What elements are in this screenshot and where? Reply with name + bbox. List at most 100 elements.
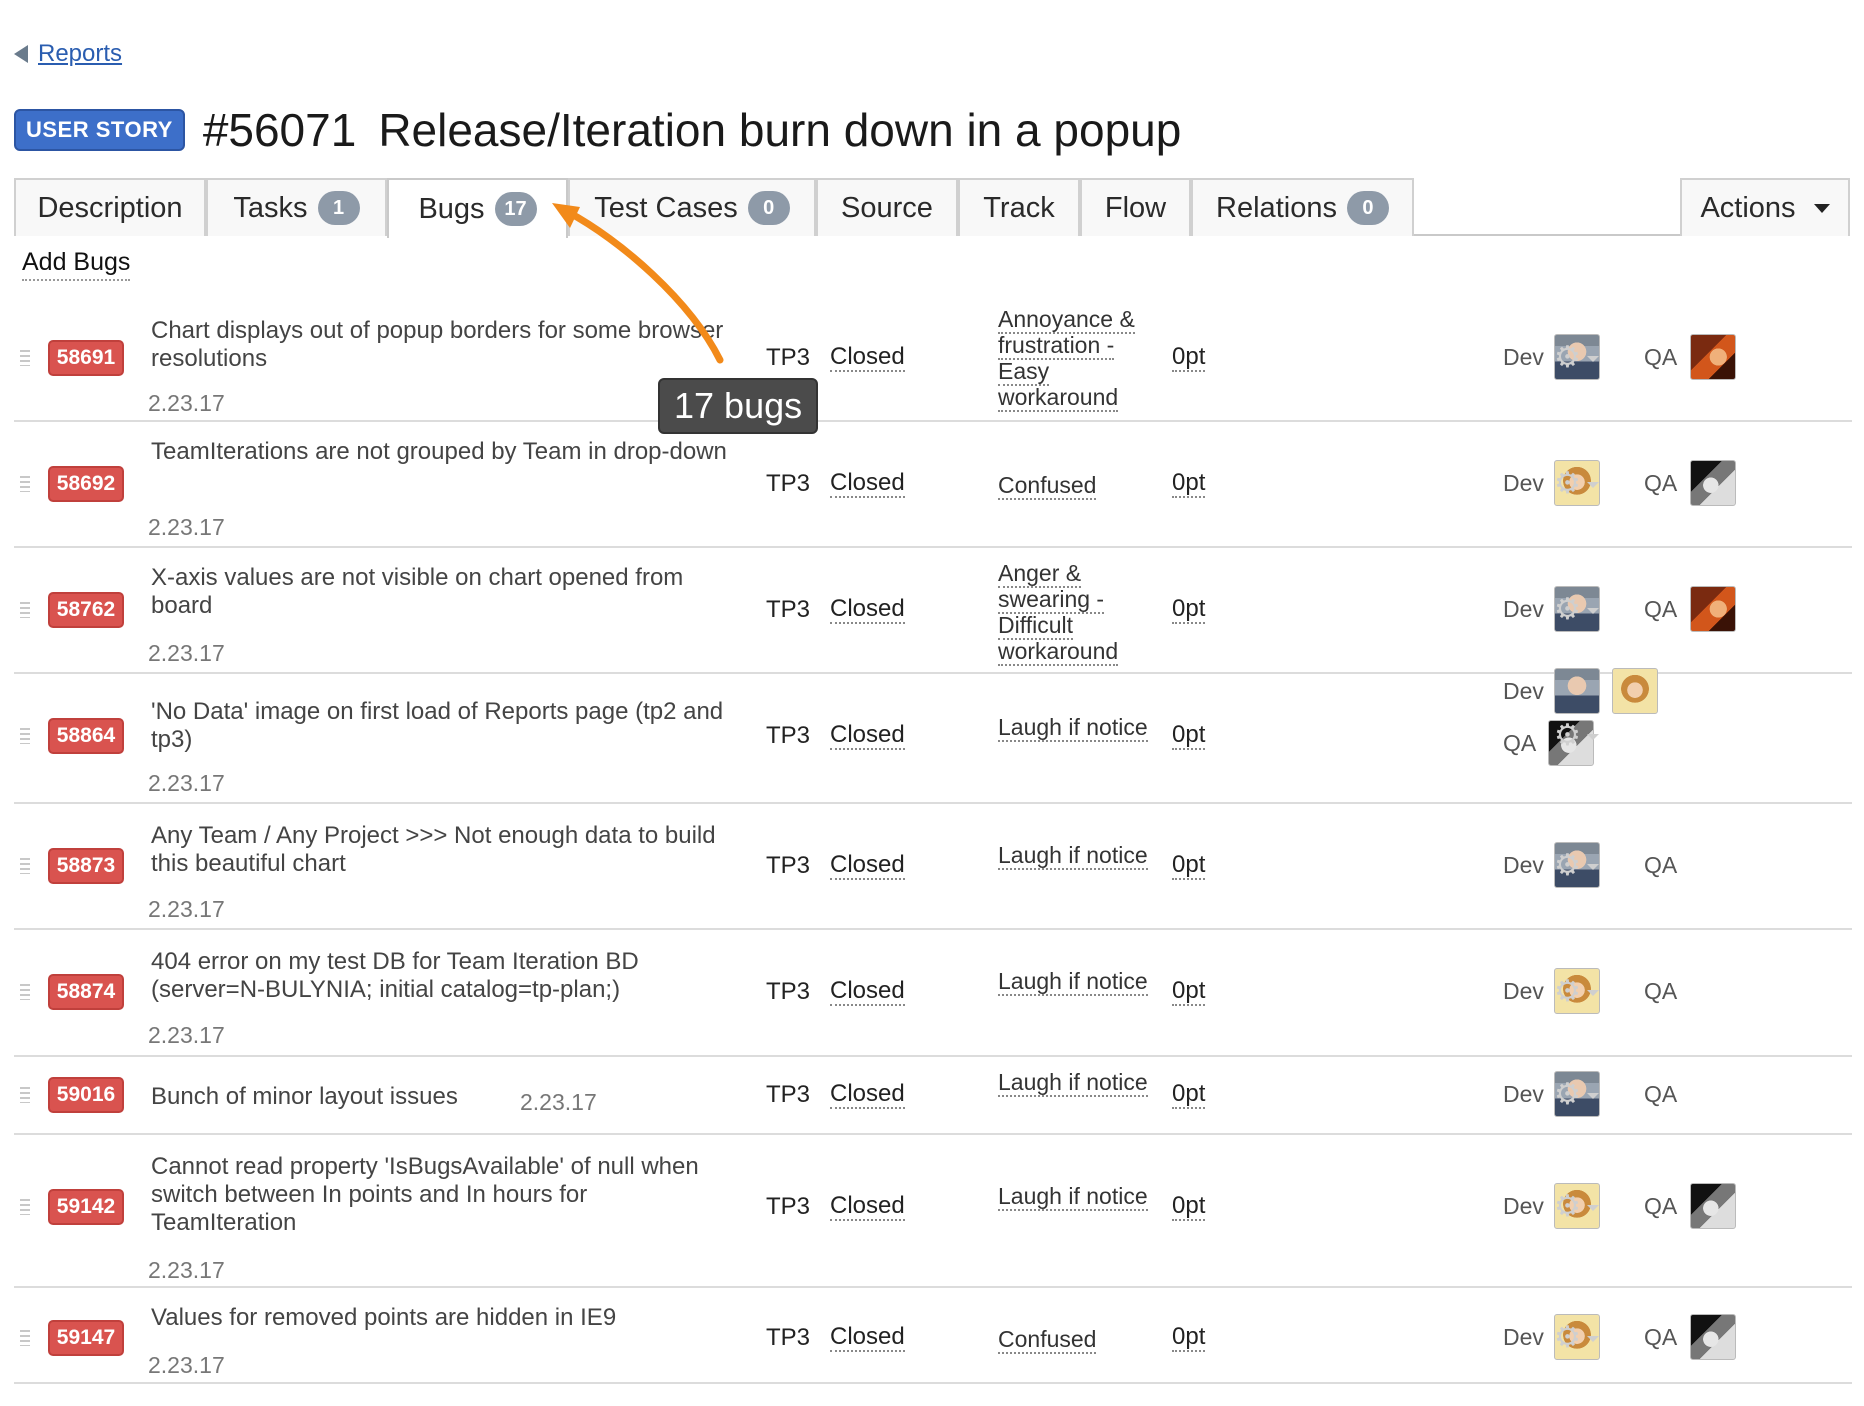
reports-link[interactable]: Reports: [38, 40, 122, 68]
chevron-down-icon[interactable]: [1587, 1205, 1599, 1211]
bug-state[interactable]: Closed: [830, 722, 905, 750]
drag-handle-icon[interactable]: [20, 602, 30, 618]
bug-severity[interactable]: Annoyance & frustration - Easy workaroun…: [998, 306, 1148, 412]
drag-handle-icon[interactable]: [20, 858, 30, 874]
bug-severity[interactable]: Laugh if notice: [998, 1069, 1148, 1097]
story-title[interactable]: Release/Iteration burn down in a popup: [378, 103, 1181, 157]
bug-id-badge[interactable]: 58864: [48, 718, 124, 754]
chevron-down-icon[interactable]: [1587, 482, 1599, 488]
tab-test-cases[interactable]: Test Cases 0: [568, 178, 816, 236]
chevron-down-icon[interactable]: [1587, 608, 1599, 614]
drag-handle-icon[interactable]: [20, 728, 30, 744]
drag-handle-icon[interactable]: [20, 350, 30, 366]
bug-effort[interactable]: 0pt: [1172, 1081, 1206, 1109]
chevron-down-icon[interactable]: [1587, 1336, 1599, 1342]
drag-handle-icon[interactable]: [20, 1087, 30, 1103]
bug-name-link[interactable]: 'No Data' image on first load of Reports…: [151, 698, 731, 754]
dev-role-label: Dev: [1503, 1081, 1544, 1107]
tab-relations[interactable]: Relations 0: [1191, 178, 1414, 236]
bug-name-link[interactable]: TeamIterations are not grouped by Team i…: [151, 438, 731, 466]
bug-effort[interactable]: 0pt: [1172, 1193, 1206, 1221]
bug-id-badge[interactable]: 58691: [48, 340, 124, 376]
bug-severity[interactable]: Laugh if notice: [998, 1183, 1148, 1211]
bug-severity-label: Confused: [998, 472, 1097, 500]
qa-avatar[interactable]: [1690, 1183, 1736, 1229]
tab-track[interactable]: Track: [958, 178, 1080, 236]
bug-effort[interactable]: 0pt: [1172, 596, 1206, 624]
bug-name-link[interactable]: X-axis values are not visible on chart o…: [151, 564, 731, 620]
bug-effort[interactable]: 0pt: [1172, 344, 1206, 372]
bug-name-link[interactable]: Cannot read property 'IsBugsAvailable' o…: [151, 1153, 731, 1237]
tab-source[interactable]: Source: [816, 178, 958, 236]
bug-state[interactable]: Closed: [830, 470, 905, 498]
bug-state[interactable]: Closed: [830, 596, 905, 624]
qa-avatar[interactable]: [1690, 1314, 1736, 1360]
drag-handle-icon[interactable]: [20, 476, 30, 492]
bug-id-badge[interactable]: 59147: [48, 1320, 124, 1356]
qa-avatar[interactable]: [1690, 586, 1736, 632]
chevron-down-icon[interactable]: [1587, 1093, 1599, 1099]
bug-severity[interactable]: Confused: [998, 472, 1148, 500]
qa-avatar[interactable]: [1690, 460, 1736, 506]
bug-id-badge[interactable]: 59142: [48, 1189, 124, 1225]
bug-team: TP3: [766, 344, 811, 371]
gear-icon[interactable]: ⚙: [1554, 343, 1581, 373]
gear-icon[interactable]: ⚙: [1554, 721, 1581, 751]
drag-handle-icon[interactable]: [20, 1199, 30, 1215]
bug-severity[interactable]: Laugh if notice: [998, 842, 1148, 870]
tab-bugs[interactable]: Bugs 17: [387, 178, 568, 238]
bug-id-badge[interactable]: 59016: [48, 1077, 124, 1113]
actions-label: Actions: [1700, 191, 1796, 224]
bugs-count-callout: 17 bugs: [658, 378, 819, 434]
dev-avatar[interactable]: [1612, 668, 1658, 714]
bug-id-badge[interactable]: 58762: [48, 592, 124, 628]
drag-handle-icon[interactable]: [20, 1330, 30, 1346]
gear-icon[interactable]: ⚙: [1554, 469, 1581, 499]
bug-name-link[interactable]: Bunch of minor layout issues: [151, 1083, 511, 1111]
gear-icon[interactable]: ⚙: [1554, 1323, 1581, 1353]
chevron-down-icon[interactable]: [1587, 734, 1599, 740]
gear-icon[interactable]: ⚙: [1554, 1192, 1581, 1222]
tab-tasks[interactable]: Tasks 1: [206, 178, 387, 236]
bug-state[interactable]: Closed: [830, 1324, 905, 1352]
bug-effort[interactable]: 0pt: [1172, 978, 1206, 1006]
bug-state[interactable]: Closed: [830, 1081, 905, 1109]
bug-id-badge[interactable]: 58874: [48, 974, 124, 1010]
bug-effort[interactable]: 0pt: [1172, 852, 1206, 880]
tab-flow[interactable]: Flow: [1080, 178, 1191, 236]
qa-avatar[interactable]: [1690, 334, 1736, 380]
bug-name-link[interactable]: Any Team / Any Project >>> Not enough da…: [151, 822, 731, 878]
bug-state[interactable]: Closed: [830, 978, 905, 1006]
gear-icon[interactable]: ⚙: [1554, 851, 1581, 881]
add-bugs-link[interactable]: Add Bugs: [22, 248, 131, 281]
bug-name-link[interactable]: Values for removed points are hidden in …: [151, 1304, 731, 1332]
actions-button[interactable]: Actions: [1680, 178, 1850, 236]
chevron-down-icon[interactable]: [1587, 356, 1599, 362]
bug-severity[interactable]: Confused: [998, 1326, 1148, 1354]
bug-effort[interactable]: 0pt: [1172, 1324, 1206, 1352]
bug-state[interactable]: Closed: [830, 1193, 905, 1221]
chevron-down-icon[interactable]: [1587, 990, 1599, 996]
bug-state[interactable]: Closed: [830, 344, 905, 372]
bug-severity[interactable]: Laugh if notice: [998, 968, 1148, 996]
bug-effort[interactable]: 0pt: [1172, 722, 1206, 750]
gear-icon[interactable]: ⚙: [1554, 977, 1581, 1007]
bug-release: 2.23.17: [148, 514, 225, 540]
drag-handle-icon[interactable]: [20, 984, 30, 1000]
bug-row: 58692 TeamIterations are not grouped by T…: [14, 422, 1852, 548]
bug-name-link[interactable]: Chart displays out of popup borders for …: [151, 317, 731, 373]
back-arrow-icon[interactable]: [14, 45, 28, 63]
gear-icon[interactable]: ⚙: [1554, 1080, 1581, 1110]
bug-severity[interactable]: Laugh if notice: [998, 714, 1148, 742]
bug-name-link[interactable]: 404 error on my test DB for Team Iterati…: [151, 948, 731, 1004]
bug-id-badge[interactable]: 58692: [48, 466, 124, 502]
tab-label: Bugs: [418, 192, 485, 225]
gear-icon[interactable]: ⚙: [1554, 595, 1581, 625]
tab-description[interactable]: Description: [14, 178, 206, 236]
bug-id-badge[interactable]: 58873: [48, 848, 124, 884]
bug-severity[interactable]: Anger & swearing - Difficult workaround: [998, 560, 1148, 666]
bug-effort[interactable]: 0pt: [1172, 470, 1206, 498]
chevron-down-icon[interactable]: [1587, 864, 1599, 870]
dev-avatar[interactable]: [1554, 668, 1600, 714]
bug-state[interactable]: Closed: [830, 852, 905, 880]
